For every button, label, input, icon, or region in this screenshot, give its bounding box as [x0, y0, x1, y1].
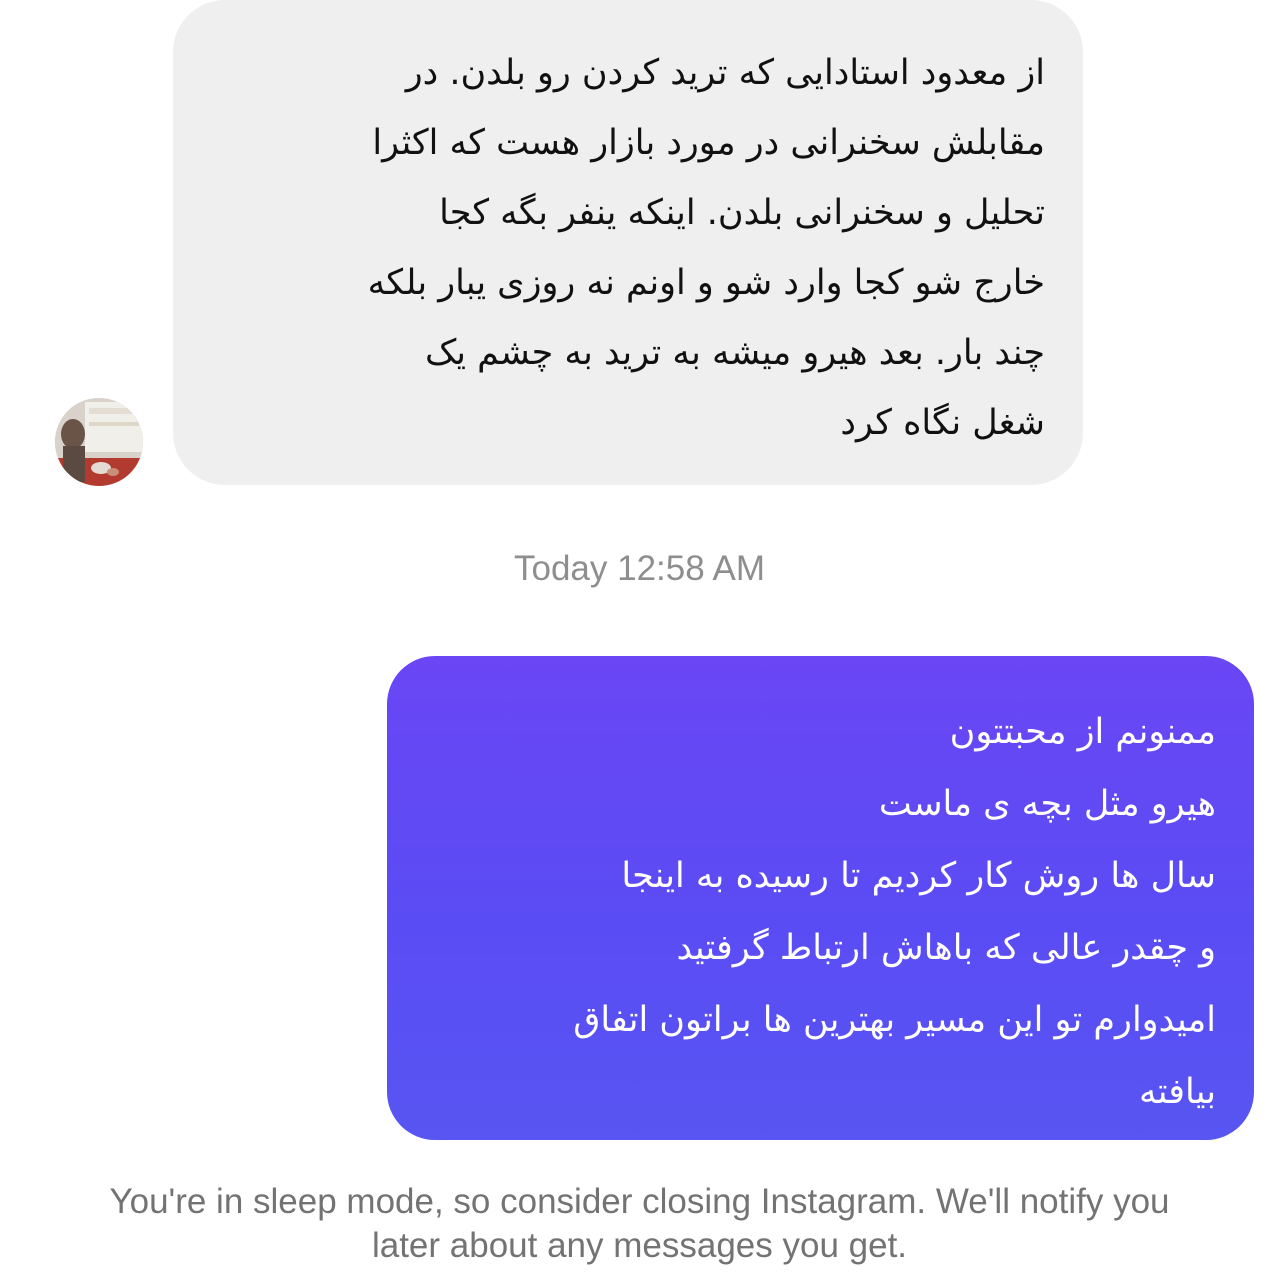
incoming-message-bubble[interactable]: از معدود استادایی که ترید کردن رو بلدن. …: [173, 0, 1083, 485]
outgoing-message-bubble[interactable]: ممنونم از محبتتون هیرو مثل بچه ی ماست سا…: [387, 656, 1254, 1140]
sleep-notice-line: later about any messages you get.: [371, 1226, 908, 1265]
message-line: امیدوارم تو این مسیر بهترین ها براتون ات…: [573, 1000, 1216, 1040]
message-thread: از معدود استادایی که ترید کردن رو بلدن. …: [0, 0, 1279, 1280]
message-line: ممنونم از محبتتون: [949, 712, 1216, 752]
sleep-mode-notice: You're in sleep mode, so consider closin…: [0, 1180, 1279, 1268]
message-line: از معدود استادایی که ترید کردن رو بلدن. …: [405, 53, 1045, 93]
message-line: خارج شو کجا وارد شو و اونم نه روزی یبار …: [367, 263, 1045, 303]
sleep-notice-line: You're in sleep mode, so consider closin…: [109, 1182, 1170, 1221]
message-line: هیرو مثل بچه ی ماست: [878, 784, 1216, 824]
message-line: چند بار. بعد هیرو میشه به ترید به چشم یک: [424, 333, 1045, 373]
message-line: و چقدر عالی که باهاش ارتباط گرفتید: [676, 928, 1217, 968]
message-line: مقابلش سخنرانی در مورد بازار هست که اکثر…: [372, 123, 1045, 163]
avatar-photo: [55, 398, 143, 486]
sender-avatar[interactable]: [55, 398, 143, 486]
message-line: تحلیل و سخنرانی بلدن. اینکه ینفر بگه کجا: [439, 193, 1045, 233]
message-timestamp: Today 12:58 AM: [514, 549, 765, 588]
message-line: بیافته: [1138, 1072, 1216, 1112]
message-line: شغل نگاه کرد: [840, 403, 1045, 443]
message-line: سال ها روش کار کردیم تا رسیده به اینجا: [621, 856, 1216, 896]
